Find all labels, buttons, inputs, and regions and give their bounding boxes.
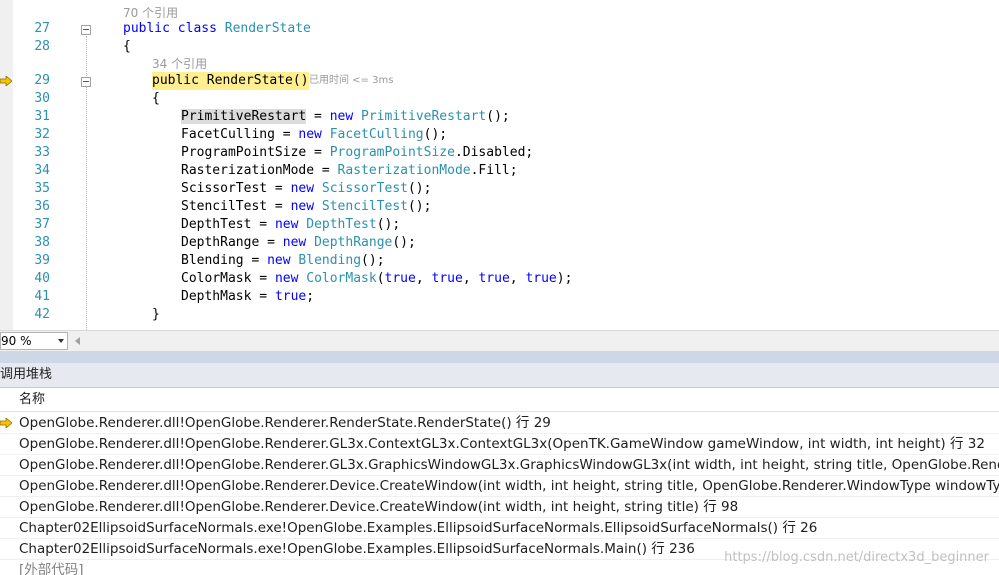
stack-frame-row[interactable]: Chapter02EllipsoidSurfaceNormals.exe!Ope…	[0, 518, 999, 539]
column-header-name[interactable]: 名称	[0, 388, 999, 412]
code-text: ColorMask = new ColorMask(true, true, tr…	[181, 271, 573, 286]
stack-frame-text: Chapter02EllipsoidSurfaceNormals.exe!Ope…	[19, 520, 818, 536]
line-number: 37	[34, 217, 50, 232]
stack-frame-text: OpenGlobe.Renderer.dll!OpenGlobe.Rendere…	[19, 478, 999, 494]
current-statement: public RenderState()	[152, 72, 309, 90]
zoom-level-value: 90 %	[1, 334, 32, 348]
collapse-toggle[interactable]	[81, 25, 91, 35]
code-text: PrimitiveRestart = new PrimitiveRestart(…	[181, 109, 510, 124]
code-text: RasterizationMode = RasterizationMode.Fi…	[181, 163, 518, 178]
code-text: StencilTest = new StencilTest();	[181, 199, 432, 214]
scroll-left-icon[interactable]	[75, 337, 80, 345]
editor-zoom-bar: 90 %	[0, 330, 999, 351]
code-line-35[interactable]: 35 ScissorTest = new ScissorTest();	[0, 180, 999, 198]
line-number: 38	[34, 235, 50, 250]
zoom-level-dropdown[interactable]: 90 %	[0, 332, 68, 350]
line-number: 27	[34, 21, 50, 36]
code-line-28[interactable]: 28 {	[0, 38, 999, 56]
code-text: DepthMask = true;	[181, 289, 315, 304]
code-line-33[interactable]: 33 ProgramPointSize = ProgramPointSize.D…	[0, 144, 999, 162]
perf-tip[interactable]: 已用时间 <= 3ms	[309, 72, 393, 90]
code-line-42[interactable]: 42 }	[0, 306, 999, 324]
line-number: 28	[34, 39, 50, 54]
code-text: {	[123, 39, 131, 54]
line-number: 32	[34, 127, 50, 142]
line-number: 31	[34, 109, 50, 124]
stack-frame-row[interactable]: OpenGlobe.Renderer.dll!OpenGlobe.Rendere…	[0, 476, 999, 497]
code-line-41[interactable]: 41 DepthMask = true;	[0, 288, 999, 306]
code-line-38[interactable]: 38 DepthRange = new DepthRange();	[0, 234, 999, 252]
line-number: 39	[34, 253, 50, 268]
line-number: 34	[34, 163, 50, 178]
current-frame-arrow-icon	[0, 418, 12, 428]
stack-frame-text: OpenGlobe.Renderer.dll!OpenGlobe.Rendere…	[19, 499, 739, 515]
line-number: 30	[34, 91, 50, 106]
stack-frame-text: OpenGlobe.Renderer.dll!OpenGlobe.Rendere…	[19, 457, 999, 473]
line-number: 33	[34, 145, 50, 160]
line-number: 36	[34, 199, 50, 214]
current-statement-arrow-icon	[0, 76, 12, 86]
code-line-34[interactable]: 34 RasterizationMode = RasterizationMode…	[0, 162, 999, 180]
code-line-27[interactable]: 27 public class RenderState	[0, 20, 999, 38]
code-text: Blending = new Blending();	[181, 253, 385, 268]
code-line-31[interactable]: 31 PrimitiveRestart = new PrimitiveResta…	[0, 108, 999, 126]
code-text: FacetCulling = new FacetCulling();	[181, 127, 448, 142]
code-line-36[interactable]: 36 StencilTest = new StencilTest();	[0, 198, 999, 216]
chevron-down-icon	[58, 339, 64, 343]
code-line-32[interactable]: 32 FacetCulling = new FacetCulling();	[0, 126, 999, 144]
code-text: DepthTest = new DepthTest();	[181, 217, 401, 232]
stack-frame-text: Chapter02EllipsoidSurfaceNormals.exe!Ope…	[19, 541, 695, 557]
collapse-toggle[interactable]	[81, 77, 91, 87]
line-number: 41	[34, 289, 50, 304]
panel-splitter[interactable]	[0, 351, 999, 363]
codelens-ctor-references[interactable]: 34 个引用	[152, 55, 207, 73]
stack-frame-row[interactable]: OpenGlobe.Renderer.dll!OpenGlobe.Rendere…	[0, 455, 999, 476]
code-text: }	[152, 307, 160, 322]
code-editor[interactable]: 70 个引用 27 public class RenderState 28 { …	[0, 0, 999, 330]
line-number: 35	[34, 181, 50, 196]
stack-frame-text: [外部代码]	[19, 562, 84, 575]
code-line-29[interactable]: 29 public RenderState() 已用时间 <= 3ms	[0, 72, 999, 90]
line-number: 29	[34, 73, 50, 88]
line-number: 42	[34, 307, 50, 322]
code-line-30[interactable]: 30 {	[0, 90, 999, 108]
code-text: ScissorTest = new ScissorTest();	[181, 181, 432, 196]
stack-frame-text: OpenGlobe.Renderer.dll!OpenGlobe.Rendere…	[19, 415, 551, 431]
code-text: DepthRange = new DepthRange();	[181, 235, 416, 250]
colormask-args: (true, true, true, true);	[376, 271, 573, 286]
code-line-39[interactable]: 39 Blending = new Blending();	[0, 252, 999, 270]
stack-frame-text: OpenGlobe.Renderer.dll!OpenGlobe.Rendere…	[19, 436, 985, 452]
watermark-text: https://blog.csdn.net/directx3d_beginner	[724, 550, 989, 565]
line-number: 40	[34, 271, 50, 286]
call-stack-title[interactable]: 调用堆栈	[0, 363, 999, 388]
code-line-37[interactable]: 37 DepthTest = new DepthTest();	[0, 216, 999, 234]
code-text: ProgramPointSize = ProgramPointSize.Disa…	[181, 145, 534, 160]
column-header-label: 名称	[19, 392, 46, 407]
code-line-40[interactable]: 40 ColorMask = new ColorMask(true, true,…	[0, 270, 999, 288]
code-text: {	[152, 91, 160, 106]
stack-frame-row[interactable]: OpenGlobe.Renderer.dll!OpenGlobe.Rendere…	[0, 434, 999, 455]
code-text: public class RenderState	[123, 21, 311, 36]
stack-frame-row[interactable]: OpenGlobe.Renderer.dll!OpenGlobe.Rendere…	[0, 497, 999, 518]
stack-frame-row[interactable]: OpenGlobe.Renderer.dll!OpenGlobe.Rendere…	[0, 413, 999, 434]
call-stack-panel[interactable]: 名称 OpenGlobe.Renderer.dll!OpenGlobe.Rend…	[0, 388, 999, 575]
